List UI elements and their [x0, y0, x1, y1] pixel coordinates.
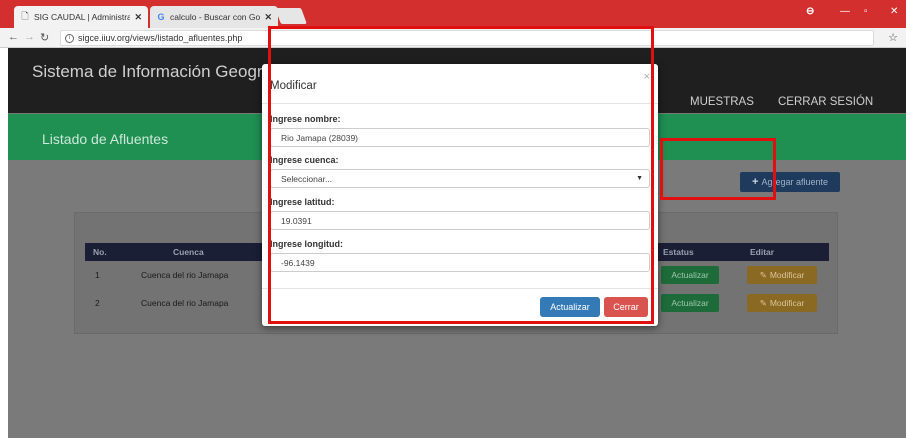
latitud-label: Ingrese latitud:: [270, 197, 335, 207]
tab-title: calculo - Buscar con Goo: [170, 12, 261, 22]
tab-close-icon[interactable]: ✕: [264, 12, 272, 23]
actualizar-modal-button[interactable]: Actualizar: [540, 297, 600, 317]
dropdown-caret-icon: ▼: [636, 175, 643, 182]
actualizar-button[interactable]: Actualizar: [661, 294, 719, 312]
tab-close-icon[interactable]: ✕: [134, 12, 142, 23]
new-tab-button[interactable]: [275, 8, 307, 24]
user-profile-icon[interactable]: ⊖: [806, 6, 814, 17]
reload-icon[interactable]: ↻: [40, 31, 49, 44]
nombre-input[interactable]: Rio Jamapa (28039): [270, 128, 650, 147]
cuenca-value: Seleccionar...: [281, 173, 333, 184]
cell-no: 2: [95, 298, 100, 308]
info-icon[interactable]: i: [65, 33, 74, 43]
back-arrow-icon[interactable]: ←: [8, 31, 19, 43]
modificar-button[interactable]: ✎ Modificar: [747, 294, 817, 312]
modal-title: Modificar: [270, 80, 317, 92]
cell-cuenca: Cuenca del rio Jamapa: [141, 270, 229, 280]
nav-muestras[interactable]: MUESTRAS: [690, 96, 754, 108]
cell-no: 1: [95, 270, 100, 280]
cuenca-select[interactable]: Seleccionar... ▼: [270, 169, 650, 188]
edit-icon: ✎: [759, 297, 767, 308]
google-icon: G: [157, 12, 165, 22]
forward-arrow-icon[interactable]: →: [24, 31, 35, 43]
longitud-value: -96.1439: [281, 257, 315, 268]
latitud-value: 19.0391: [281, 215, 312, 226]
add-afluente-button[interactable]: + Agregar afluente: [740, 172, 840, 192]
screen: 🗋 SIG CAUDAL | Administra ✕ G calculo - …: [0, 0, 906, 438]
site-title: Sistema de Información Geogr: [32, 62, 263, 81]
plus-icon: +: [752, 176, 759, 188]
modificar-modal: Modificar × Ingrese nombre: Rio Jamapa (…: [262, 64, 658, 326]
column-header-cuenca: Cuenca: [173, 247, 204, 257]
modificar-button[interactable]: ✎ Modificar: [747, 266, 817, 284]
column-header-no: No.: [93, 247, 107, 257]
longitud-input[interactable]: -96.1439: [270, 253, 650, 272]
url-text: sigce.iiuv.org/views/listado_afluentes.p…: [78, 33, 243, 43]
browser-tab-bar: 🗋 SIG CAUDAL | Administra ✕ G calculo - …: [0, 0, 906, 28]
cerrar-modal-button[interactable]: Cerrar: [604, 297, 648, 317]
latitud-input[interactable]: 19.0391: [270, 211, 650, 230]
nombre-value: Rio Jamapa (28039): [281, 132, 359, 143]
modificar-label: Modificar: [769, 270, 805, 280]
modal-close-icon[interactable]: ×: [644, 71, 650, 83]
column-header-editar: Editar: [750, 247, 775, 257]
modificar-label: Modificar: [769, 298, 805, 308]
actualizar-button[interactable]: Actualizar: [661, 266, 719, 284]
address-bar: ← → ↻ i sigce.iiuv.org/views/listado_afl…: [0, 28, 906, 48]
minimize-button[interactable]: —: [840, 6, 850, 17]
column-header-estatus: Estatus: [663, 247, 694, 257]
add-afluente-label: Agregar afluente: [761, 177, 828, 187]
page-title: Listado de Afluentes: [42, 131, 169, 147]
longitud-label: Ingrese longitud:: [270, 239, 343, 249]
restore-button[interactable]: ▫: [864, 6, 868, 17]
cuenca-label: Ingrese cuenca:: [270, 155, 339, 165]
browser-tab-sig-caudal[interactable]: 🗋 SIG CAUDAL | Administra ✕: [14, 6, 148, 28]
tab-title: SIG CAUDAL | Administra: [34, 12, 131, 22]
browser-tab-google-search[interactable]: G calculo - Buscar con Goo ✕: [150, 6, 278, 28]
page-icon: 🗋: [21, 11, 29, 21]
url-field[interactable]: i sigce.iiuv.org/views/listado_afluentes…: [60, 30, 874, 46]
close-window-button[interactable]: ✕: [890, 6, 898, 17]
edit-icon: ✎: [759, 269, 767, 280]
modal-header: Modificar ×: [262, 64, 658, 104]
nav-cerrar-sesion[interactable]: CERRAR SESIÓN: [778, 96, 873, 108]
nombre-label: Ingrese nombre:: [270, 114, 341, 124]
cell-cuenca: Cuenca del rio Jamapa: [141, 298, 229, 308]
bookmark-star-icon[interactable]: ☆: [888, 31, 898, 44]
